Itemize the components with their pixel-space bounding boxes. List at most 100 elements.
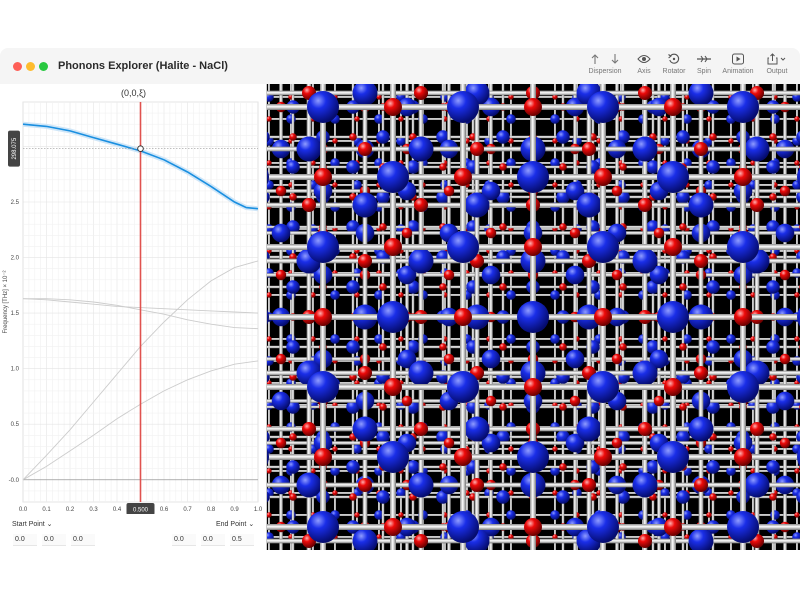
sodium-atom [408, 136, 434, 162]
chlorine-atom [728, 138, 734, 144]
chlorine-atom [485, 227, 497, 239]
sodium-atom [330, 290, 340, 300]
chlorine-atom [413, 197, 429, 213]
chlorine-atom [728, 490, 734, 496]
chlorine-atom [275, 353, 287, 365]
chlorine-atom [469, 141, 485, 157]
sodium-atom [550, 334, 560, 344]
end-point-menu[interactable]: End Point ⌄ [216, 520, 254, 528]
close-window-button[interactable] [13, 62, 22, 71]
chlorine-atom [794, 468, 800, 474]
sodium-atom [775, 223, 795, 243]
axis-label: Axis [637, 68, 651, 75]
sodium-atom [766, 460, 780, 474]
end-y-field[interactable]: 0.0 [201, 534, 225, 546]
chlorine-atom [314, 168, 332, 186]
output-button[interactable]: Output [761, 53, 793, 83]
dispersion-button[interactable]: Dispersion [585, 53, 625, 83]
rotator-button[interactable]: Rotator [658, 53, 690, 83]
output-label: Output [766, 68, 788, 75]
chlorine-atom [443, 269, 455, 281]
chlorine-atom [662, 512, 668, 518]
chevron-down-icon: ⌄ [248, 521, 255, 528]
chlorine-atom [413, 85, 429, 101]
chlorine-atom [499, 343, 507, 351]
maximize-window-button[interactable] [39, 62, 48, 71]
x-tick-label: 0.4 [113, 507, 122, 513]
chlorine-atom [485, 395, 497, 407]
chlorine-atom [413, 533, 429, 549]
sodium-atom [286, 510, 296, 520]
eye-icon [637, 55, 651, 63]
chlorine-atom [332, 446, 338, 452]
sodium-atom [307, 91, 339, 123]
sodium-atom [496, 130, 510, 144]
share-icon [767, 53, 786, 65]
y-tick-label: 2.5 [11, 200, 20, 206]
sodium-atom [408, 360, 434, 386]
sodium-atom [727, 511, 759, 543]
chlorine-atom [289, 193, 297, 201]
start-z-field[interactable]: 0.0 [71, 534, 95, 546]
chlorine-atom [357, 253, 373, 269]
chlorine-atom [664, 98, 682, 116]
chlorine-atom [552, 446, 558, 452]
chlorine-atom [349, 493, 357, 501]
sodium-atom [556, 490, 570, 504]
x-tick-label: 0.3 [89, 507, 98, 513]
chlorine-atom [794, 336, 800, 342]
sodium-atom [346, 460, 360, 474]
y-tick-label: 1.5 [11, 311, 20, 317]
end-z-field[interactable]: 0.5 [230, 534, 254, 546]
sodium-atom [565, 265, 585, 285]
chlorine-atom [314, 308, 332, 326]
chlorine-atom [559, 463, 567, 471]
sodium-atom [307, 231, 339, 263]
sodium-atom [377, 161, 409, 193]
chlorine-atom [275, 269, 287, 281]
chlorine-atom [454, 308, 472, 326]
crystal-viewer[interactable] [267, 84, 800, 550]
sodium-atom [464, 416, 490, 442]
dispersion-plot[interactable]: -0.00.51.01.52.02.50.00.10.20.30.40.50.6… [0, 84, 267, 514]
cursor-value: 0.500 [133, 508, 149, 514]
chlorine-atom [499, 403, 507, 411]
sodium-atom [657, 161, 689, 193]
chlorine-atom [637, 85, 653, 101]
animation-button[interactable]: Animation [719, 53, 757, 83]
chlorine-atom [379, 403, 387, 411]
sodium-atom [632, 136, 658, 162]
sodium-atom [352, 192, 378, 218]
spin-button[interactable]: Spin [692, 53, 716, 83]
chlorine-atom [769, 133, 777, 141]
end-point-label: End Point [216, 521, 247, 528]
axis-button[interactable]: Axis [632, 53, 656, 83]
start-point-menu[interactable]: Start Point ⌄ [12, 520, 53, 528]
chlorine-atom [664, 378, 682, 396]
end-x-field[interactable]: 0.0 [172, 534, 196, 546]
chlorine-atom [637, 533, 653, 549]
sodium-atom [727, 231, 759, 263]
chlorine-atom [354, 116, 360, 122]
sodium-atom [587, 511, 619, 543]
chevron-down-icon: ⌄ [46, 521, 53, 528]
sodium-atom [726, 334, 736, 344]
chlorine-atom [384, 238, 402, 256]
minimize-window-button[interactable] [26, 62, 35, 71]
sodium-atom [587, 231, 619, 263]
sodium-atom [770, 510, 780, 520]
chlorine-atom [749, 421, 765, 437]
sodium-atom [632, 360, 658, 386]
chlorine-atom [443, 437, 455, 449]
chlorine-atom [289, 133, 297, 141]
chlorine-atom [779, 437, 791, 449]
sodium-atom [657, 301, 689, 333]
nacl-crystal-render [267, 84, 800, 550]
chlorine-atom [413, 421, 429, 437]
sodium-atom [587, 371, 619, 403]
sodium-atom [408, 472, 434, 498]
start-x-field[interactable]: 0.0 [13, 534, 37, 546]
chlorine-atom [611, 437, 623, 449]
start-y-field[interactable]: 0.0 [42, 534, 66, 546]
sodium-atom [352, 416, 378, 442]
